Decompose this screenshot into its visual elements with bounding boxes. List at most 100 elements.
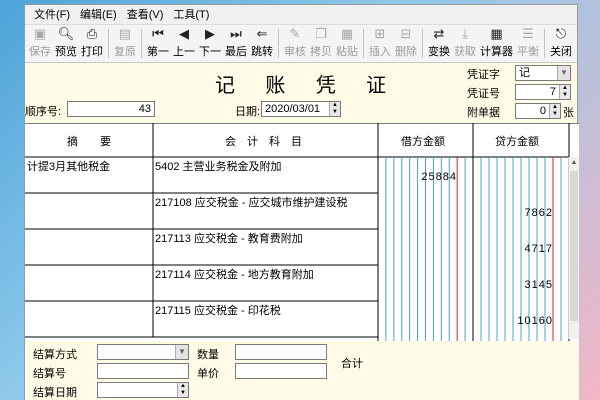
chevron-down-icon[interactable]: ▼ xyxy=(175,345,188,359)
copy-icon: ❐ xyxy=(315,26,327,41)
floppy-icon: ▣ xyxy=(33,26,47,41)
printer-icon: ⎙ xyxy=(86,26,98,41)
attach-label: 附单据 xyxy=(467,107,500,119)
restore-icon: ▤ xyxy=(118,26,132,41)
entry-credit: 3145 xyxy=(524,279,553,291)
save-button[interactable]: ▣ 保存 xyxy=(27,25,53,62)
jump-button[interactable]: ⇐ 跳转 xyxy=(249,25,275,62)
audit-icon: ✎ xyxy=(289,26,301,41)
attach-value: 0 xyxy=(539,105,546,117)
delete-row-icon: ⊟ xyxy=(400,26,412,41)
voucher-no-field[interactable]: 7 ▲ ▼ xyxy=(515,84,571,100)
seq-label: 顺序号: xyxy=(25,106,62,118)
voucher-no-label: 凭证号 xyxy=(467,88,500,100)
date-label: 日期: xyxy=(235,106,261,118)
balance-icon: ☰ xyxy=(522,26,534,41)
preview-button[interactable]: 🔍︎ 预览 xyxy=(53,25,79,62)
exit-door-icon: ⎋ xyxy=(555,26,567,41)
voucher-no-spinner[interactable]: ▲ ▼ xyxy=(559,85,570,99)
voucher-footer: 结算方式 ▼ 结算号 结算日期 ▲ ▼ 数量 单价 合计 xyxy=(25,341,579,400)
last-record-icon: ⏭ xyxy=(230,26,242,41)
delete-button[interactable]: ⊟ 删除 xyxy=(393,25,419,62)
attach-field[interactable]: 0 ▲ ▼ xyxy=(515,103,561,119)
entry-account: 217113 应交税金 - 教育费附加 xyxy=(155,233,303,245)
voucher-title: 记 账 凭 证 xyxy=(215,73,399,97)
first-button[interactable]: ⏮ 第一 xyxy=(145,25,171,62)
toolbar-separator xyxy=(363,29,364,58)
settle-date-field[interactable]: ▲ ▼ xyxy=(97,382,189,398)
entry-account: 5402 主营业务税金及附加 xyxy=(155,161,282,173)
jump-arrow-icon: ⇐ xyxy=(256,26,268,41)
next-button[interactable]: ▶ 下一 xyxy=(197,25,223,62)
entry-credit: 10160 xyxy=(517,315,553,327)
voucher-type-label: 凭证字 xyxy=(467,69,500,81)
voucher-grid: 摘 要 会 计 科 目 借方金额 贷方金额 计提3月其他税金 5402 主营业务税… xyxy=(25,123,579,400)
toolbar-separator xyxy=(108,29,109,58)
toolbar-separator xyxy=(278,29,279,58)
price-field[interactable] xyxy=(235,363,327,379)
attach-unit-label: 张 xyxy=(563,107,574,119)
calculator-button[interactable]: ▦ 计算器 xyxy=(478,25,515,62)
entry-credit: 4717 xyxy=(524,243,553,255)
insert-button[interactable]: ⊞ 插入 xyxy=(367,25,393,62)
fetch-icon: ⤓ xyxy=(462,26,468,41)
close-button[interactable]: ⎋ 关闭 xyxy=(548,25,574,62)
scroll-thumb[interactable] xyxy=(570,171,578,321)
settle-no-field[interactable] xyxy=(97,363,189,379)
convert-button[interactable]: ⇄ 变换 xyxy=(426,25,452,62)
qty-label: 数量 xyxy=(197,349,219,361)
date-spinner[interactable]: ▲ ▼ xyxy=(329,102,340,116)
scroll-up-icon[interactable]: ▲ xyxy=(569,157,579,169)
insert-row-icon: ⊞ xyxy=(374,26,386,41)
voucher-type-value: 记 xyxy=(519,67,530,79)
settle-date-spinner[interactable]: ▲ ▼ xyxy=(177,383,188,397)
menu-edit[interactable]: 编辑(E) xyxy=(75,5,122,25)
balance-button[interactable]: ☰ 平衡 xyxy=(515,25,541,62)
settle-no-label: 结算号 xyxy=(33,368,66,380)
magnifier-icon: 🔍︎ xyxy=(57,26,75,41)
prev-record-icon: ◀ xyxy=(179,26,189,41)
seq-field[interactable]: 43 xyxy=(67,101,155,117)
settle-method-select[interactable]: ▼ xyxy=(97,344,189,360)
attach-spinner[interactable]: ▲ ▼ xyxy=(549,104,560,118)
last-button[interactable]: ⏭ 最后 xyxy=(223,25,249,62)
chevron-down-icon[interactable]: ▼ xyxy=(557,66,570,80)
entry-summary: 计提3月其他税金 xyxy=(27,161,111,173)
col-summary-header: 摘 要 xyxy=(67,136,111,148)
date-value: 2020/03/01 xyxy=(265,103,321,115)
toolbar-separator xyxy=(422,29,423,58)
restore-button[interactable]: ▤ 复原 xyxy=(112,25,138,62)
menu-bar: 文件(F) 编辑(E) 查看(V) 工具(T) xyxy=(25,5,577,25)
entry-account: 217114 应交税金 - 地方教育附加 xyxy=(155,269,314,281)
total-label: 合计 xyxy=(341,358,363,370)
date-field[interactable]: 2020/03/01 ▲ ▼ xyxy=(261,101,341,117)
qty-field[interactable] xyxy=(235,344,327,360)
col-account-header: 会 计 科 目 xyxy=(225,136,302,148)
paste-icon: ▦ xyxy=(340,26,354,41)
entry-account: 217108 应交税金 - 应交城市维护建设税 xyxy=(155,197,348,209)
voucher-no-value: 7 xyxy=(549,86,556,98)
first-record-icon: ⏮ xyxy=(152,26,164,41)
voucher-header: 记 账 凭 证 顺序号: 43 日期: 2020/03/01 ▲ ▼ 凭证字 记 … xyxy=(25,63,577,123)
entry-account: 217115 应交税金 - 印花税 xyxy=(155,305,281,317)
col-credit-header: 贷方金额 xyxy=(495,136,539,148)
toolbar-separator xyxy=(544,29,545,58)
prev-button[interactable]: ◀ 上一 xyxy=(171,25,197,62)
menu-file[interactable]: 文件(F) xyxy=(29,5,75,25)
toolbar-separator xyxy=(141,29,142,58)
entry-debit: 25884 xyxy=(421,171,457,183)
settle-date-label: 结算日期 xyxy=(33,387,77,399)
toolbar: ▣ 保存 🔍︎ 预览 ⎙ 打印 ▤ 复原 ⏮ 第一 ◀ 上一 ▶ 下一 ⏭ 最后 ⇐ 跳转 ✎ 审核… xyxy=(25,25,577,63)
grid-scrollbar[interactable]: ▲ xyxy=(568,157,579,339)
paste-button[interactable]: ▦ 粘贴 xyxy=(334,25,360,62)
menu-view[interactable]: 查看(V) xyxy=(122,5,169,25)
calculator-icon: ▦ xyxy=(490,26,503,41)
fetch-button[interactable]: ⤓ 获取 xyxy=(452,25,478,62)
voucher-type-select[interactable]: 记 ▼ xyxy=(515,65,571,81)
entry-credit: 7862 xyxy=(524,207,553,219)
settle-method-label: 结算方式 xyxy=(33,349,77,361)
print-button[interactable]: ⎙ 打印 xyxy=(79,25,105,62)
menu-tools[interactable]: 工具(T) xyxy=(168,5,214,25)
copy-voucher-button[interactable]: ❐ 拷贝 xyxy=(308,25,334,62)
audit-button[interactable]: ✎ 审核 xyxy=(282,25,308,62)
